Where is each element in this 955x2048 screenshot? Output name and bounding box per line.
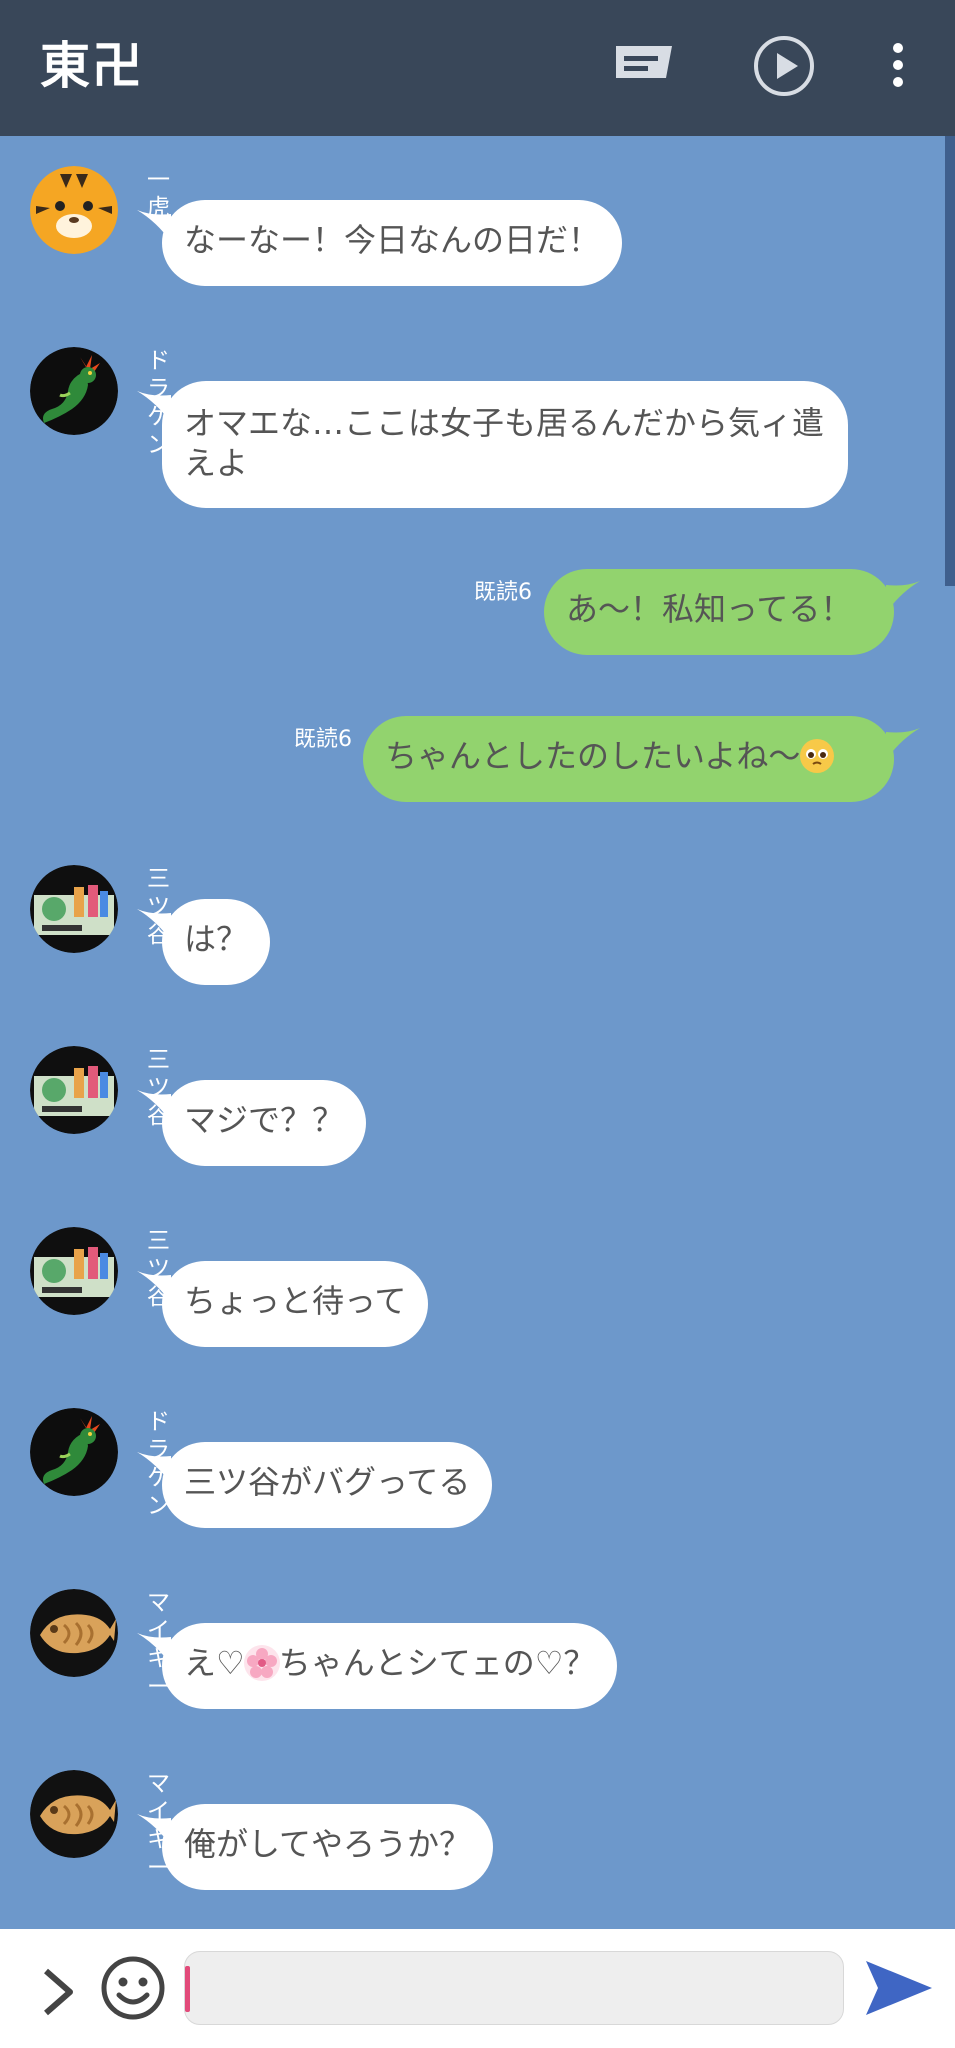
message-text: ちゃんとシてェの♡？ — [278, 1644, 596, 1682]
taiyaki-avatar[interactable] — [30, 1589, 118, 1677]
message-bubble[interactable]: 俺がしてやろうか？ — [162, 1804, 494, 1890]
pleading-face-emoji — [800, 739, 835, 773]
message-input[interactable] — [184, 1951, 844, 2025]
message-bubble[interactable]: なーなー！今日なんの日だ！ — [162, 200, 623, 286]
chat-message-list[interactable]: 一虎 なーなー！今日なんの日だ！ ドラケン オマエな…ここは女子も居るんだから気… — [0, 136, 955, 1929]
sewing-avatar[interactable] — [30, 865, 118, 953]
dragon-avatar[interactable] — [30, 347, 118, 435]
message-bubble[interactable]: ちゃんとしたのしたいよね〜 — [363, 716, 894, 802]
message-bubble[interactable]: オマエな…ここは女子も居るんだから気ィ遣えよ — [162, 381, 848, 508]
send-icon[interactable] — [864, 1959, 934, 2021]
message-bubble[interactable]: は？ — [162, 899, 271, 985]
taiyaki-avatar[interactable] — [30, 1770, 118, 1858]
message-bubble[interactable]: ちょっと待って — [162, 1261, 429, 1347]
notes-icon[interactable] — [612, 42, 676, 90]
sewing-avatar[interactable] — [30, 1046, 118, 1134]
cherry-blossom-emoji — [243, 1645, 280, 1681]
message-bubble[interactable]: あ〜！私知ってる！ — [544, 569, 894, 655]
expand-icon[interactable] — [38, 1967, 78, 2021]
chat-header: 東卍 — [0, 0, 955, 136]
bubble-tail — [886, 728, 920, 760]
scrollbar[interactable] — [945, 136, 955, 586]
read-receipt: 既読6 — [294, 727, 352, 752]
message-bubble[interactable]: え♡ ちゃんとシてェの♡？ — [162, 1623, 618, 1709]
more-icon[interactable] — [888, 42, 908, 92]
tiger-avatar[interactable] — [30, 166, 118, 254]
emoji-icon[interactable] — [100, 1955, 166, 2025]
play-icon[interactable] — [752, 34, 816, 102]
text-cursor — [185, 1966, 190, 2012]
bubble-tail — [886, 581, 920, 613]
chat-title: 東卍 — [40, 37, 144, 95]
read-receipt: 既読6 — [474, 580, 532, 605]
message-bubble[interactable]: 三ツ谷がバグってる — [162, 1442, 493, 1528]
dragon-avatar[interactable] — [30, 1408, 118, 1496]
message-text: ちゃんとしたのしたいよね〜 — [385, 737, 801, 775]
sewing-avatar[interactable] — [30, 1227, 118, 1315]
message-text: え♡ — [184, 1644, 245, 1682]
message-bubble[interactable]: マジで？？ — [162, 1080, 367, 1166]
message-composer — [0, 1929, 955, 2048]
